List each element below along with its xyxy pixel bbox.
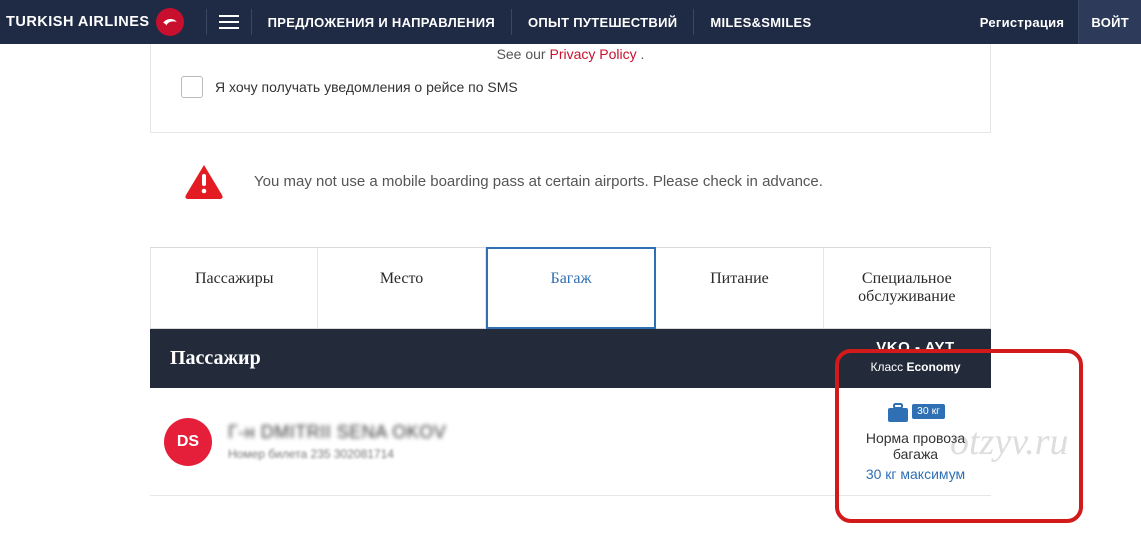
passenger-row: DS Г-н DMITRII SENA OKOV Номер билета 23… <box>150 388 991 496</box>
baggage-max-label[interactable]: 30 кг максимум <box>846 466 985 482</box>
warning-banner: You may not use a mobile boarding pass a… <box>150 157 991 211</box>
tab-baggage[interactable]: Багаж <box>486 247 656 329</box>
divider <box>511 9 512 35</box>
register-link[interactable]: Регистрация <box>980 15 1065 30</box>
privacy-row: See our Privacy Policy . <box>181 46 960 76</box>
privacy-policy-link[interactable]: Privacy Policy <box>550 46 637 62</box>
tabs: Пассажиры Место Багаж Питание Специально… <box>150 247 991 329</box>
header-route-col: VKO - AYT Класс Economy <box>840 329 991 388</box>
warning-icon <box>184 163 224 199</box>
section-header: Пассажир VKO - AYT Класс Economy <box>150 329 991 388</box>
divider <box>251 9 252 35</box>
privacy-prefix: See our <box>497 46 550 62</box>
nav-link-offers[interactable]: ПРЕДЛОЖЕНИЯ И НАПРАВЛЕНИЯ <box>264 15 499 30</box>
divider <box>206 9 207 35</box>
route-code: VKO - AYT <box>840 339 991 356</box>
top-nav: TURKISH AIRLINES ПРЕДЛОЖЕНИЯ И НАПРАВЛЕН… <box>0 0 1141 44</box>
brand-text: TURKISH AIRLINES <box>6 14 150 30</box>
tab-special[interactable]: Специальное обслуживание <box>824 248 991 328</box>
tab-meals[interactable]: Питание <box>656 248 823 328</box>
passenger-left: DS Г-н DMITRII SENA OKOV Номер билета 23… <box>150 388 840 495</box>
ticket-number: Номер билета 235 302081714 <box>228 447 446 461</box>
divider <box>693 9 694 35</box>
auth-area: Регистрация ВОЙТ <box>980 0 1141 44</box>
warning-text: You may not use a mobile boarding pass a… <box>254 173 823 190</box>
nav-links: ПРЕДЛОЖЕНИЯ И НАПРАВЛЕНИЯ ОПЫТ ПУТЕШЕСТВ… <box>264 9 816 35</box>
sms-consent-label: Я хочу получать уведомления о рейсе по S… <box>215 79 518 95</box>
baggage-badge: 30 кг <box>886 402 945 420</box>
route-class: Класс Economy <box>840 360 991 374</box>
avatar: DS <box>164 418 212 466</box>
brand-logo-icon <box>156 8 184 36</box>
tab-passengers[interactable]: Пассажиры <box>150 248 318 328</box>
nav-link-miles[interactable]: MILES&SMILES <box>706 15 815 30</box>
brand[interactable]: TURKISH AIRLINES <box>0 8 194 36</box>
tab-seat[interactable]: Место <box>318 248 485 328</box>
consent-panel: See our Privacy Policy . Я хочу получать… <box>150 44 991 133</box>
passenger-info: Г-н DMITRII SENA OKOV Номер билета 235 3… <box>228 422 446 461</box>
baggage-cell: 30 кг Норма провоза багажа 30 кг максиму… <box>840 388 991 495</box>
header-passenger-col: Пассажир <box>150 329 840 388</box>
sms-consent-checkbox[interactable] <box>181 76 203 98</box>
baggage-norm-label: Норма провоза багажа <box>846 430 985 462</box>
nav-link-experience[interactable]: ОПЫТ ПУТЕШЕСТВИЙ <box>524 15 681 30</box>
privacy-suffix: . <box>641 46 645 62</box>
hamburger-menu-icon[interactable] <box>219 15 239 29</box>
login-button[interactable]: ВОЙТ <box>1078 0 1141 44</box>
suitcase-icon <box>886 402 910 420</box>
weight-tag: 30 кг <box>912 404 945 419</box>
sms-consent-row: Я хочу получать уведомления о рейсе по S… <box>181 76 960 98</box>
passenger-name: Г-н DMITRII SENA OKOV <box>228 422 446 443</box>
